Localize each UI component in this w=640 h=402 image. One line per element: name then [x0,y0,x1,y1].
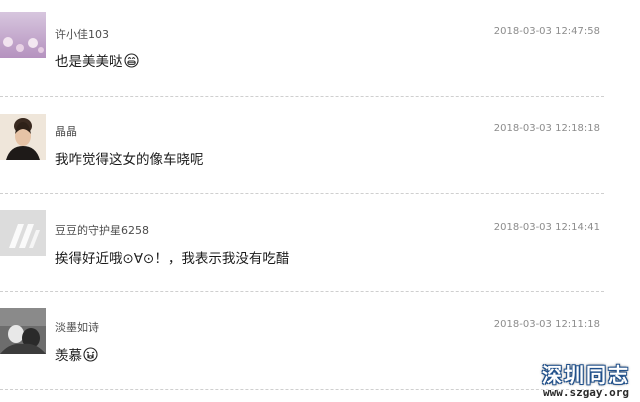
comment-item: 许小佳103 2018-03-03 12:47:58 也是美美哒 [0,0,640,96]
grinning-emoji-icon [123,53,139,72]
comment-text: 羡慕 [55,344,98,366]
avatar[interactable] [0,12,46,58]
watermark: 深圳同志 www.szgay.org [536,364,636,399]
watermark-title: 深圳同志 [542,363,630,387]
comment-timestamp: 2018-03-03 12:14:41 [493,222,600,233]
comment-text: 也是美美哒 [55,50,139,72]
comment-divider [0,389,604,390]
comment-item: 晶晶 2018-03-03 12:18:18 我咋觉得这女的像车晓呢 [0,97,640,193]
comment-author[interactable]: 许小佳103 [55,26,109,42]
comment-text-content: 也是美美哒 [55,54,123,70]
avatar[interactable] [0,114,46,160]
comment-author[interactable]: 晶晶 [55,123,77,139]
comment-text-content: 挨得好近哦⊙∀⊙！，我表示我没有吃醋 [55,251,290,267]
default-avatar-icon[interactable] [0,210,46,256]
comment-text: 挨得好近哦⊙∀⊙！，我表示我没有吃醋 [55,247,289,267]
comment-text-content: 羡慕 [55,348,82,364]
comment-timestamp: 2018-03-03 12:47:58 [493,26,600,37]
watermark-url: www.szgay.org [542,386,630,399]
comment-author[interactable]: 豆豆的守护星6258 [55,222,149,238]
comment-timestamp: 2018-03-03 12:18:18 [493,123,600,134]
comment-text: 我咋觉得这女的像车晓呢 [55,148,204,168]
comment-item: 豆豆的守护星6258 2018-03-03 12:14:41 挨得好近哦⊙∀⊙！… [0,194,640,290]
comment-timestamp: 2018-03-03 12:11:18 [493,319,600,330]
crying-emoji-icon [83,347,98,366]
comment-text-content: 我咋觉得这女的像车晓呢 [55,152,204,168]
comment-author[interactable]: 淡墨如诗 [55,319,99,335]
avatar[interactable] [0,308,46,354]
